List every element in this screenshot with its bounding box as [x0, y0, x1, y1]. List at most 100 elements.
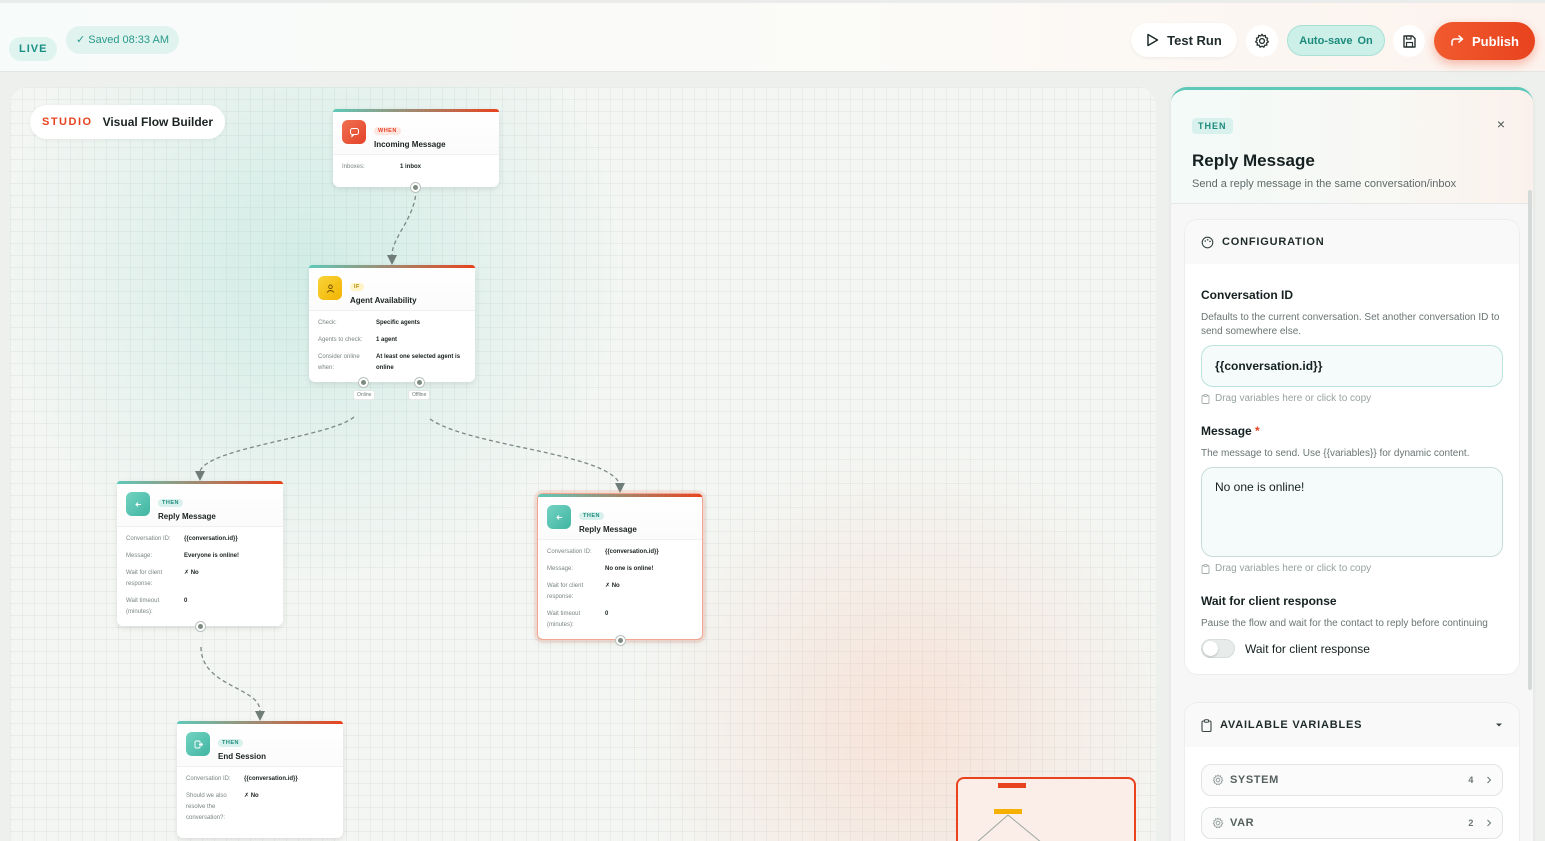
publish-button[interactable]: Publish: [1434, 22, 1535, 60]
saved-status-badge: ✓ Saved 08:33 AM: [66, 26, 179, 54]
row-value: ✗ No: [605, 583, 620, 589]
wait-response-toggle-row[interactable]: Wait for client response: [1201, 639, 1503, 658]
wait-response-label: Wait for client response: [1201, 594, 1337, 608]
edge-reply-left-to-end: [200, 646, 261, 712]
node-header: THEN Reply Message: [117, 481, 283, 527]
output-port[interactable]: [616, 636, 625, 645]
row-value: Specific agents: [376, 320, 421, 326]
node-header: IF Agent Availability: [309, 265, 475, 311]
node-header: WHEN Incoming Message: [333, 109, 499, 155]
arrowhead-end: [255, 711, 265, 721]
gear-icon: [1212, 774, 1224, 786]
test-run-label: Test Run: [1167, 32, 1222, 48]
node-reply-message-offline[interactable]: THEN Reply Message Conversation ID: {{con…: [537, 493, 703, 645]
output-port[interactable]: [411, 183, 420, 192]
offline-port[interactable]: [415, 378, 424, 387]
configuration-card: CONFIGURATION Conversation ID Defaults t…: [1184, 219, 1520, 675]
play-icon: [1147, 33, 1159, 47]
row-key: Check:: [318, 320, 337, 326]
required-marker: *: [1255, 424, 1260, 438]
row-key: Message:: [547, 566, 574, 572]
close-icon[interactable]: ×: [1497, 116, 1505, 132]
node-row: Inboxes: 1 inbox: [342, 162, 490, 173]
panel-header: THEN × Reply Message Send a reply messag…: [1171, 90, 1533, 204]
node-incoming-message[interactable]: WHEN Incoming Message Inboxes: 1 inbox: [333, 109, 499, 192]
arrowhead-agent: [387, 255, 397, 265]
message-hint[interactable]: Drag variables here or click to copy: [1201, 563, 1503, 574]
node-reply-message-online[interactable]: THEN Reply Message Conversation ID: {{con…: [117, 481, 283, 631]
node-title: Reply Message: [158, 512, 216, 521]
hint-text: Drag variables here or click to copy: [1215, 393, 1372, 404]
row-value: Everyone is online!: [184, 553, 240, 559]
panel-title: Reply Message: [1192, 151, 1315, 170]
node-row: Wait for client response: ✗ No: [126, 568, 274, 590]
row-value: {{conversation.id}}: [605, 549, 659, 555]
conversation-id-hint[interactable]: Drag variables here or click to copy: [1201, 393, 1503, 404]
gear-icon: [1212, 817, 1224, 829]
node-row: Wait for client response: ✗ No: [547, 581, 693, 603]
exit-icon: [186, 732, 210, 756]
node-accent: [177, 721, 343, 724]
variable-group-system[interactable]: SYSTEM 4: [1201, 764, 1503, 796]
conversation-id-input[interactable]: {{conversation.id}}: [1201, 345, 1503, 387]
toggle-knob: [1203, 641, 1218, 656]
node-row: Conversation ID: {{conversation.id}}: [126, 534, 274, 545]
variable-group-var[interactable]: VAR 2: [1201, 807, 1503, 839]
agent-check-icon: [318, 276, 342, 300]
node-tag: THEN: [158, 499, 183, 507]
configuration-title: CONFIGURATION: [1222, 236, 1325, 248]
chat-bubble-icon: [342, 120, 366, 144]
variable-group-name: SYSTEM: [1230, 774, 1279, 786]
node-row: Should we also resolve the conversation?…: [186, 791, 334, 824]
message-textarea[interactable]: No one is online!: [1201, 467, 1503, 557]
save-button[interactable]: [1393, 25, 1425, 57]
row-value: 0: [184, 598, 188, 604]
available-variables-header[interactable]: AVAILABLE VARIABLES: [1185, 703, 1519, 747]
clipboard-icon: [1201, 718, 1212, 732]
reply-arrow-icon: [126, 492, 150, 516]
autosave-toggle[interactable]: Auto-save On: [1287, 25, 1385, 56]
panel-subtitle: Send a reply message in the same convers…: [1192, 178, 1457, 190]
configuration-header[interactable]: CONFIGURATION: [1185, 220, 1519, 264]
node-body: Conversation ID: {{conversation.id}} Shou…: [177, 767, 343, 838]
node-title: Reply Message: [579, 525, 637, 534]
autosave-state: On: [1357, 34, 1373, 47]
node-agent-availability[interactable]: IF Agent Availability Check: Specific age…: [309, 265, 475, 400]
wait-response-toggle-label: Wait for client response: [1245, 641, 1370, 656]
chevron-right-icon: [1487, 819, 1492, 827]
node-title: Incoming Message: [374, 140, 446, 149]
autosave-label: Auto-save: [1299, 34, 1353, 47]
output-port[interactable]: [196, 622, 205, 631]
node-accent: [333, 109, 499, 112]
node-header: THEN Reply Message: [538, 494, 702, 540]
node-title: End Session: [218, 752, 267, 761]
node-row: Wait timeout (minutes): 0: [547, 609, 693, 631]
arrowhead-reply-left: [195, 471, 205, 481]
row-key: Wait timeout (minutes):: [547, 611, 581, 628]
wait-response-toggle[interactable]: [1201, 639, 1235, 658]
row-key: Wait for client response:: [547, 583, 584, 600]
message-description: The message to send. Use {{variables}} f…: [1201, 448, 1470, 459]
minimap[interactable]: [956, 777, 1136, 841]
settings-button[interactable]: [1246, 25, 1278, 57]
flow-canvas[interactable]: STUDIO Visual Flow Builder WHEN Incoming…: [10, 87, 1156, 841]
node-row: Message: Everyone is online!: [126, 551, 274, 562]
test-run-button[interactable]: Test Run: [1131, 23, 1237, 57]
node-header: THEN End Session: [177, 721, 343, 767]
row-key: Conversation ID:: [186, 776, 231, 782]
row-key: Agents to check:: [318, 337, 363, 343]
clipboard-icon: [1201, 393, 1210, 404]
gear-icon: [1254, 33, 1270, 48]
online-port[interactable]: [359, 378, 368, 387]
message-label: Message *: [1201, 424, 1503, 438]
variable-group-name: VAR: [1230, 817, 1255, 829]
hint-text: Drag variables here or click to copy: [1215, 563, 1372, 574]
node-accent: [117, 481, 283, 484]
row-key: Message:: [126, 553, 153, 559]
row-value: 1 agent: [376, 337, 398, 343]
row-value: At least one selected agent is online: [376, 354, 461, 371]
available-variables-title: AVAILABLE VARIABLES: [1220, 719, 1363, 731]
node-accent: [538, 494, 702, 497]
node-end-session[interactable]: THEN End Session Conversation ID: {{conve…: [177, 721, 343, 838]
panel-scrollbar[interactable]: [1528, 190, 1532, 690]
